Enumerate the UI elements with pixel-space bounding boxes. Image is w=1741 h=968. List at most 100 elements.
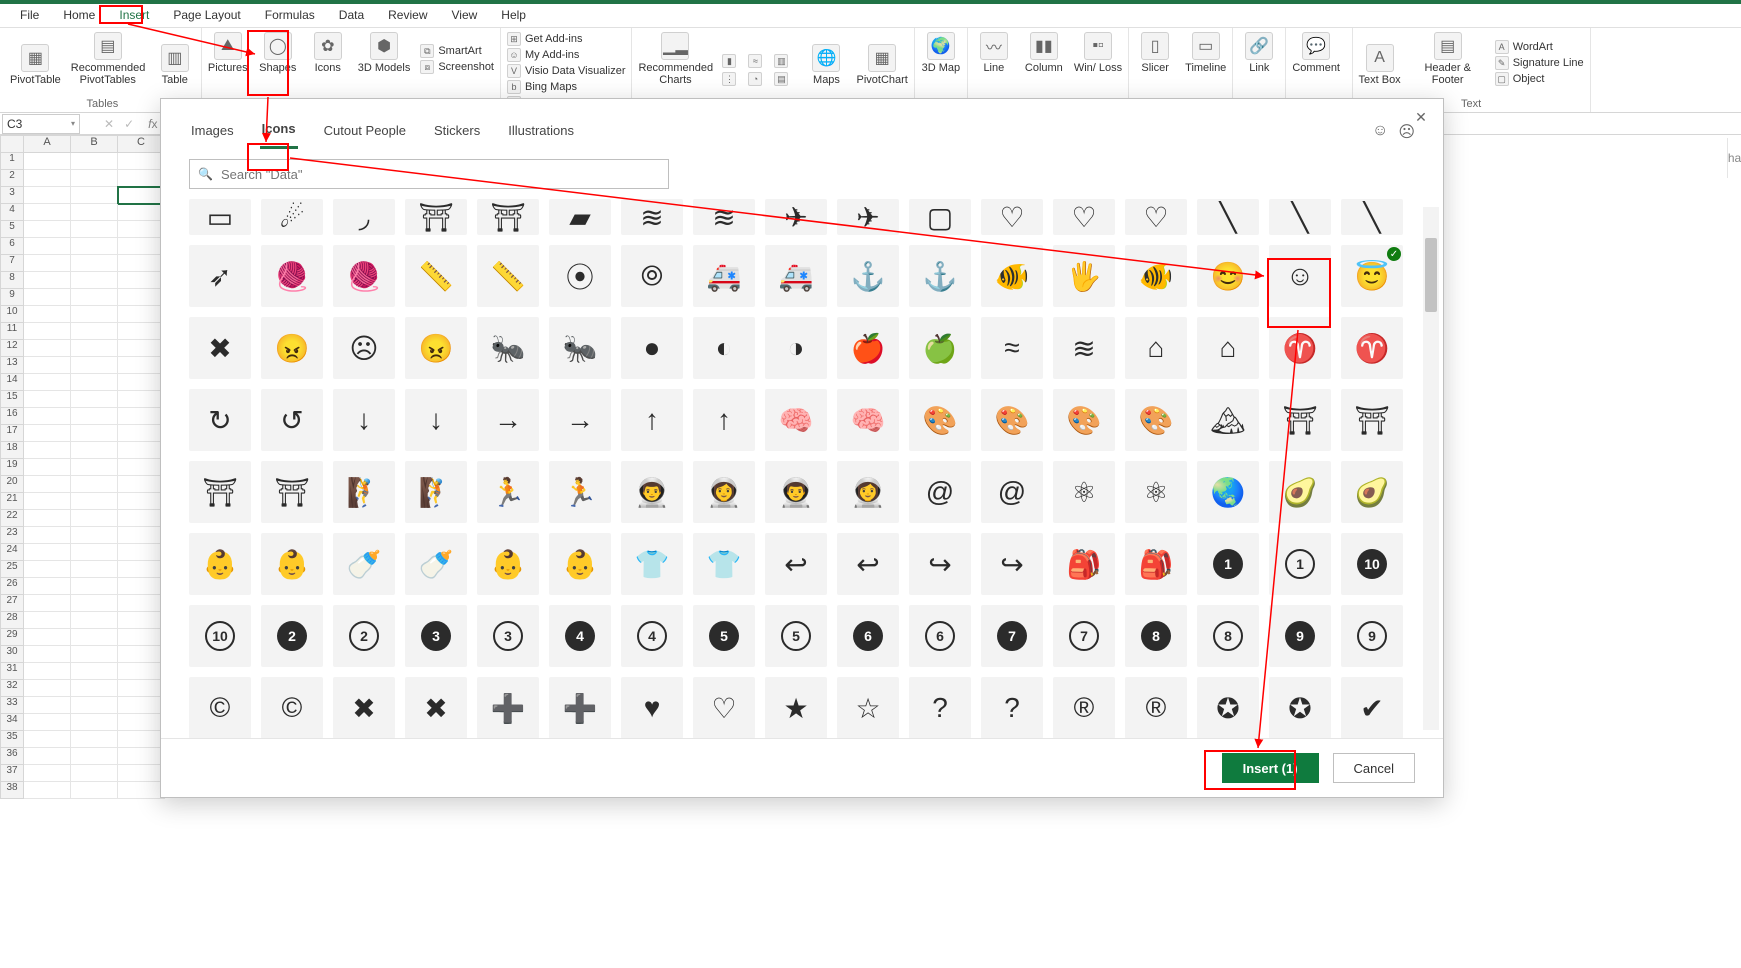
row-header-20[interactable]: 20 xyxy=(0,476,24,493)
cell-C10[interactable] xyxy=(118,306,165,323)
icon-tile-h14[interactable]: ╲ xyxy=(1197,199,1259,235)
icon-tile-114[interactable]: ® xyxy=(1053,677,1115,738)
icon-tile-84[interactable]: 10 xyxy=(1341,533,1403,595)
icon-tile-h7[interactable]: ≋ xyxy=(693,199,755,235)
icon-tile-h2[interactable]: ◞ xyxy=(333,199,395,235)
icon-tile-93[interactable]: 5 xyxy=(765,605,827,667)
icon-tile-106[interactable]: ➕ xyxy=(477,677,539,738)
dialog-tab-illustrations[interactable]: Illustrations xyxy=(506,117,576,148)
icon-tile-32[interactable]: ♈ xyxy=(1269,317,1331,379)
row-header-5[interactable]: 5 xyxy=(0,221,24,238)
cell-A21[interactable] xyxy=(24,493,71,510)
pivot-table-button[interactable]: ▦PivotTable xyxy=(10,44,61,86)
cell-B2[interactable] xyxy=(71,170,118,187)
icon-tile-60[interactable]: 👩‍🚀 xyxy=(837,461,899,523)
header-footer-button[interactable]: ▤Header & Footer xyxy=(1411,32,1485,86)
row-header-2[interactable]: 2 xyxy=(0,170,24,187)
icon-tile-h10[interactable]: ▢ xyxy=(909,199,971,235)
icon-tile-20[interactable]: 😠 xyxy=(405,317,467,379)
maps-button[interactable]: 🌐Maps xyxy=(806,44,846,86)
cell-C34[interactable] xyxy=(118,714,165,731)
icon-tile-102[interactable]: © xyxy=(189,677,251,738)
signature-line-button[interactable]: ✎Signature Line xyxy=(1495,56,1584,70)
icon-tile-96[interactable]: 7 xyxy=(981,605,1043,667)
sparkline-line-button[interactable]: 〰Line xyxy=(974,32,1014,74)
cell-C26[interactable] xyxy=(118,578,165,595)
icon-tile-97[interactable]: 7 xyxy=(1053,605,1115,667)
cell-B9[interactable] xyxy=(71,289,118,306)
cell-A13[interactable] xyxy=(24,357,71,374)
cell-A6[interactable] xyxy=(24,238,71,255)
icon-tile-80[interactable]: 🎒 xyxy=(1053,533,1115,595)
recommended-charts-button[interactable]: ▁▂Recommended Charts xyxy=(638,32,712,86)
icon-tile-25[interactable]: ◑ xyxy=(765,317,827,379)
icons-button[interactable]: ✿Icons xyxy=(308,32,348,74)
chart-mini-4[interactable]: ◔ xyxy=(748,72,762,86)
cell-A14[interactable] xyxy=(24,374,71,391)
get-addins-button[interactable]: ⊞Get Add-ins xyxy=(507,32,625,46)
cell-B5[interactable] xyxy=(71,221,118,238)
cell-A11[interactable] xyxy=(24,323,71,340)
cell-A18[interactable] xyxy=(24,442,71,459)
icon-tile-63[interactable]: ⚛ xyxy=(1053,461,1115,523)
cell-B25[interactable] xyxy=(71,561,118,578)
cell-C30[interactable] xyxy=(118,646,165,663)
slicer-button[interactable]: ▯Slicer xyxy=(1135,32,1175,74)
icon-tile-98[interactable]: 8 xyxy=(1125,605,1187,667)
cell-C38[interactable] xyxy=(118,782,165,799)
icon-tile-6[interactable]: ⦾ xyxy=(621,245,683,307)
icon-tile-100[interactable]: 9 xyxy=(1269,605,1331,667)
icon-tile-h16[interactable]: ╲ xyxy=(1341,199,1403,235)
cell-B18[interactable] xyxy=(71,442,118,459)
select-all-corner[interactable] xyxy=(0,135,24,153)
row-header-12[interactable]: 12 xyxy=(0,340,24,357)
icon-tile-86[interactable]: 2 xyxy=(261,605,323,667)
cell-C14[interactable] xyxy=(118,374,165,391)
cell-C32[interactable] xyxy=(118,680,165,697)
row-header-26[interactable]: 26 xyxy=(0,578,24,595)
cell-B7[interactable] xyxy=(71,255,118,272)
fx-confirm-icon[interactable]: ✓ xyxy=(124,117,134,131)
cell-A25[interactable] xyxy=(24,561,71,578)
menu-page-layout[interactable]: Page Layout xyxy=(161,4,252,27)
row-header-17[interactable]: 17 xyxy=(0,425,24,442)
cell-C17[interactable] xyxy=(118,425,165,442)
cell-A27[interactable] xyxy=(24,595,71,612)
cell-C5[interactable] xyxy=(118,221,165,238)
scrollbar-thumb[interactable] xyxy=(1425,238,1437,311)
row-header-38[interactable]: 38 xyxy=(0,782,24,799)
cell-A4[interactable] xyxy=(24,204,71,221)
object-button[interactable]: ▢Object xyxy=(1495,72,1584,86)
search-input[interactable] xyxy=(219,166,660,183)
icon-tile-10[interactable]: ⚓ xyxy=(909,245,971,307)
icon-tile-30[interactable]: ⌂ xyxy=(1125,317,1187,379)
fx-icon[interactable]: fx xyxy=(148,117,157,131)
icon-tile-112[interactable]: ? xyxy=(909,677,971,738)
cell-C28[interactable] xyxy=(118,612,165,629)
icon-tile-70[interactable]: 🍼 xyxy=(333,533,395,595)
cell-A10[interactable] xyxy=(24,306,71,323)
menu-view[interactable]: View xyxy=(440,4,490,27)
row-header-31[interactable]: 31 xyxy=(0,663,24,680)
cell-B32[interactable] xyxy=(71,680,118,697)
row-header-21[interactable]: 21 xyxy=(0,493,24,510)
row-header-32[interactable]: 32 xyxy=(0,680,24,697)
icon-tile-46[interactable]: 🎨 xyxy=(1053,389,1115,451)
cell-B38[interactable] xyxy=(71,782,118,799)
icon-tile-117[interactable]: ✪ xyxy=(1269,677,1331,738)
icon-tile-h5[interactable]: ▰ xyxy=(549,199,611,235)
cell-C19[interactable] xyxy=(118,459,165,476)
dialog-tab-cutout-people[interactable]: Cutout People xyxy=(322,117,408,148)
icon-tile-44[interactable]: 🎨 xyxy=(909,389,971,451)
my-addins-button[interactable]: ☺My Add-ins xyxy=(507,48,625,62)
row-header-37[interactable]: 37 xyxy=(0,765,24,782)
icon-tile-19[interactable]: ☹ xyxy=(333,317,395,379)
icon-tile-29[interactable]: ≋ xyxy=(1053,317,1115,379)
icon-tile-75[interactable]: 👕 xyxy=(693,533,755,595)
col-header-b[interactable]: B xyxy=(71,135,118,153)
col-header-a[interactable]: A xyxy=(24,135,71,153)
icon-tile-1[interactable]: 🧶 xyxy=(261,245,323,307)
cell-C6[interactable] xyxy=(118,238,165,255)
icon-tile-42[interactable]: 🧠 xyxy=(765,389,827,451)
cell-A35[interactable] xyxy=(24,731,71,748)
